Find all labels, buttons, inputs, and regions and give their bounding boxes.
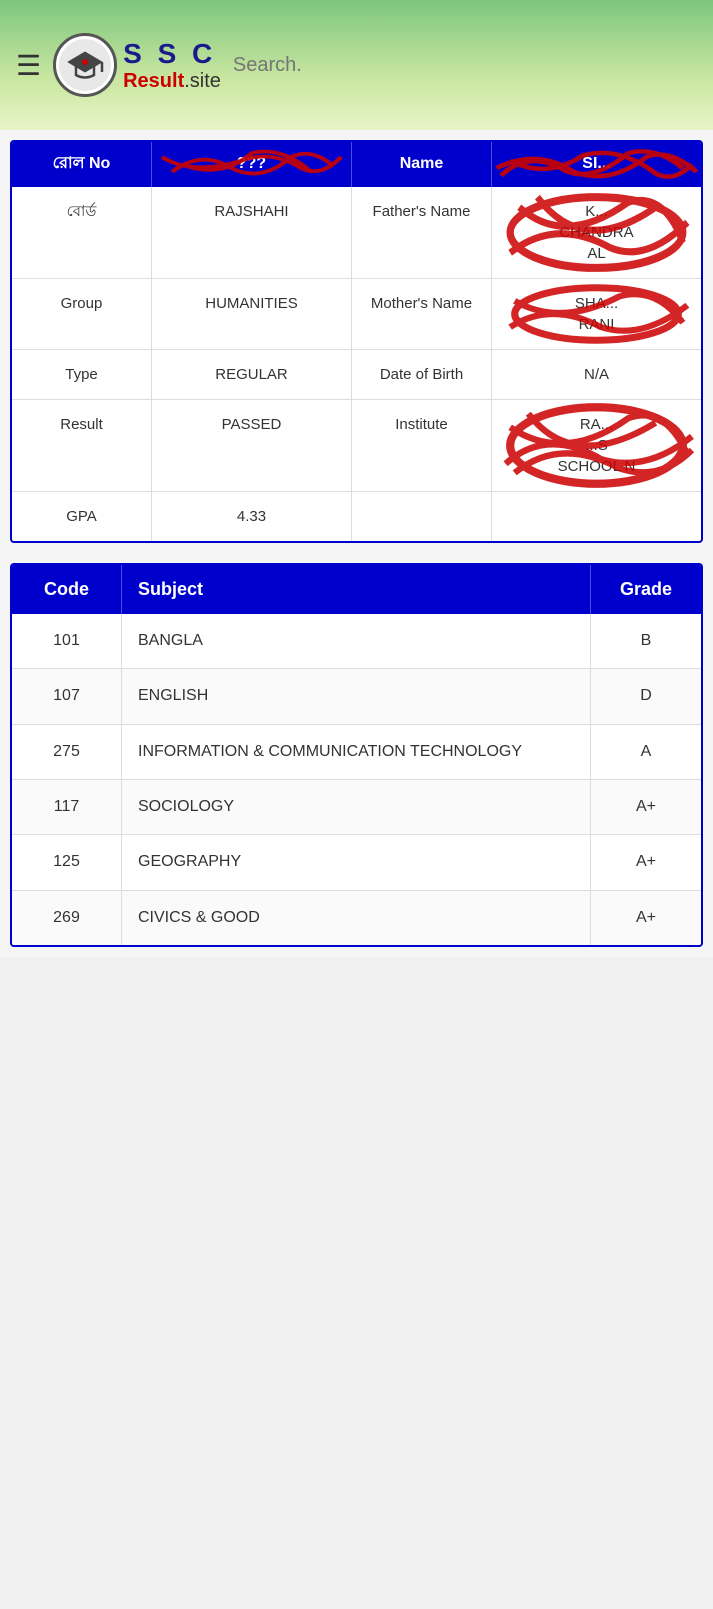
info-row-result: Result PASSED Institute RA......SSCHOOL … [12,400,701,492]
grade-geography: A+ [591,835,701,889]
code-101: 101 [12,614,122,668]
cell-institute-label: Institute [352,400,492,491]
info-row-group: Group HUMANITIES Mother's Name SHA...RAN… [12,279,701,350]
search-input[interactable] [233,54,697,77]
code-117: 117 [12,780,122,834]
subject-ict: INFORMATION & COMMUNICATION TECHNOLOGY [122,725,591,779]
info-table-header: রোল No ??? Name SI... [12,142,701,187]
header-col2: ??? [152,142,352,187]
cell-type-value: REGULAR [152,350,352,399]
subject-row-civics: 269 CIVICS & GOOD A+ [12,891,701,945]
header-name: Name [352,142,492,187]
logo-result-site: Result.site [123,70,221,93]
graduation-cap-icon [66,46,104,84]
logo-container: S S C Result.site [53,33,221,97]
subject-english: ENGLISH [122,669,591,723]
logo-text: S S C Result.site [123,38,221,93]
grade-ict: A [591,725,701,779]
subject-civics: CIVICS & GOOD [122,891,591,945]
cell-mothers-name-value: SHA...RANI [492,279,701,349]
grade-english: D [591,669,701,723]
logo-circle [53,33,117,97]
cell-fathers-name-label: Father's Name [352,187,492,278]
code-107: 107 [12,669,122,723]
subject-row-english: 107 ENGLISH D [12,669,701,724]
subject-table-header: Code Subject Grade [12,565,701,614]
code-125: 125 [12,835,122,889]
logo-result-text: Result [123,70,184,92]
cell-fathers-name-value: K...CHANDRAAL [492,187,701,278]
grade-sociology: A+ [591,780,701,834]
cell-board-value: RAJSHAHI [152,187,352,278]
cell-type-label: Type [12,350,152,399]
cell-gpa-label: GPA [12,492,152,541]
subject-row-geography: 125 GEOGRAPHY A+ [12,835,701,890]
cell-dob-label: Date of Birth [352,350,492,399]
subject-sociology: SOCIOLOGY [122,780,591,834]
info-row-type: Type REGULAR Date of Birth N/A [12,350,701,400]
header-code: Code [12,565,122,614]
info-table: রোল No ??? Name SI... [10,140,703,543]
logo-site-text: .site [184,70,221,92]
main-content: রোল No ??? Name SI... [0,130,713,957]
hamburger-menu-icon[interactable]: ☰ [16,49,41,82]
subject-table: Code Subject Grade 101 BANGLA B 107 ENGL… [10,563,703,947]
header-roll-no: রোল No [12,142,152,187]
grade-civics: A+ [591,891,701,945]
cell-board-label: বোর্ড [12,187,152,278]
header-subject: Subject [122,565,591,614]
cell-gpa-empty2 [492,492,701,541]
logo-icon [59,39,111,91]
header-si-pa: SI... [492,142,701,187]
scribble-mothers-name [492,279,701,349]
header-grade: Grade [591,565,701,614]
cell-group-value: HUMANITIES [152,279,352,349]
code-269: 269 [12,891,122,945]
header: ☰ S S C Result.site [0,0,713,130]
subject-geography: GEOGRAPHY [122,835,591,889]
cell-gpa-value: 4.33 [152,492,352,541]
cell-institute-value: RA......SSCHOOL N [492,400,701,491]
grade-bangla: B [591,614,701,668]
logo-ssc-text: S S C [123,38,216,70]
cell-result-value: PASSED [152,400,352,491]
subject-row-sociology: 117 SOCIOLOGY A+ [12,780,701,835]
subject-row-ict: 275 INFORMATION & COMMUNICATION TECHNOLO… [12,725,701,780]
subject-bangla: BANGLA [122,614,591,668]
info-row-gpa: GPA 4.33 [12,492,701,541]
info-row-board: বোর্ড RAJSHAHI Father's Name K...CHANDRA… [12,187,701,279]
cell-group-label: Group [12,279,152,349]
code-275: 275 [12,725,122,779]
cell-mothers-name-label: Mother's Name [352,279,492,349]
subject-row-bangla: 101 BANGLA B [12,614,701,669]
cell-result-label: Result [12,400,152,491]
cell-dob-value: N/A [492,350,701,399]
cell-gpa-empty1 [352,492,492,541]
